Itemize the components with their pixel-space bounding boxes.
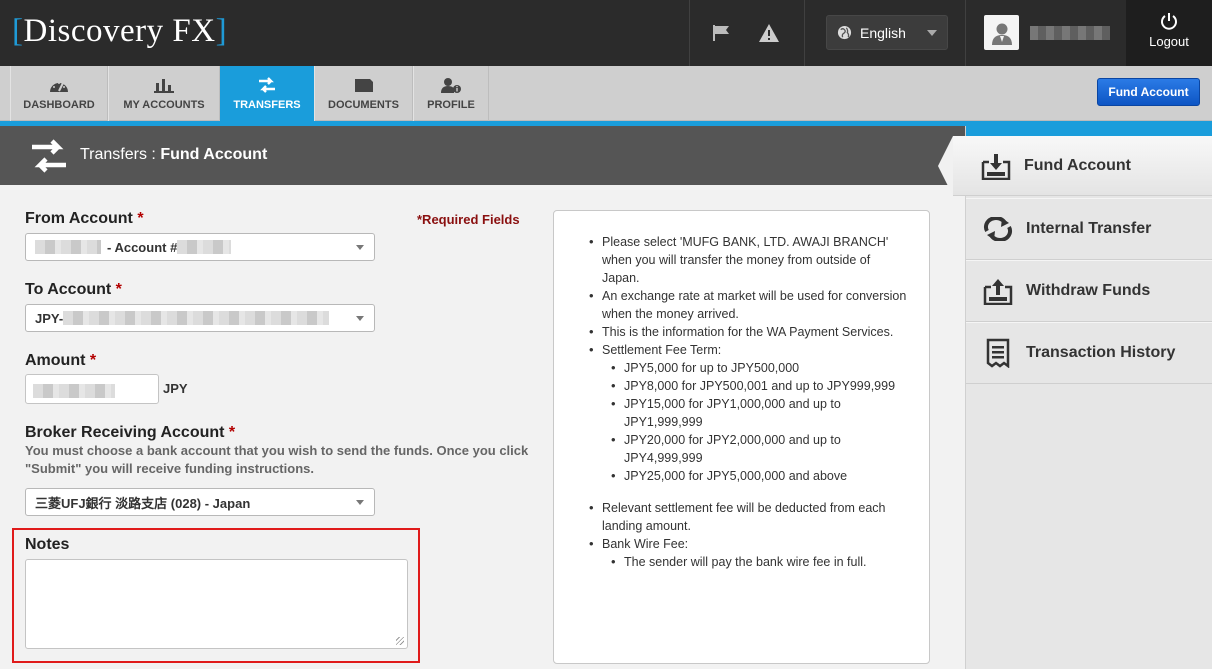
redacted-text (35, 240, 101, 254)
redacted-text (33, 383, 115, 398)
resize-handle-icon[interactable] (396, 637, 404, 645)
redacted-text (63, 311, 330, 325)
amount-currency: JPY (163, 381, 188, 396)
page-title: Transfers : Fund Account (80, 146, 267, 164)
withdraw-funds-icon (983, 276, 1013, 306)
info-list: Please select 'MUFG BANK, LTD. AWAJI BRA… (580, 233, 909, 571)
list-item: The sender will pay the bank wire fee in… (602, 553, 909, 571)
to-account-value: JPY- (35, 310, 64, 326)
list-item: JPY8,000 for JPY500,001 and up to JPY999… (602, 377, 909, 395)
user-info-icon (441, 78, 461, 93)
transfer-arrows-icon (30, 138, 68, 179)
tab-profile[interactable]: PROFILE (413, 66, 489, 121)
flag-icon[interactable] (711, 22, 733, 44)
amount-label: Amount * (25, 352, 97, 369)
settlement-fee-term: Settlement Fee Term: (602, 343, 722, 357)
fee-list: JPY5,000 for up to JPY500,000 JPY8,000 f… (602, 359, 909, 485)
sidebar: Internal Transfer Withdraw Funds Transac… (965, 126, 1212, 669)
username-redacted (1030, 26, 1110, 40)
list-item: An exchange rate at market will be used … (580, 287, 909, 323)
list-item: JPY25,000 for JPY5,000,000 and above (602, 467, 909, 485)
list-item: Relevant settlement fee will be deducted… (580, 499, 909, 535)
breadcrumb-section[interactable]: Transfers (80, 146, 147, 163)
required-fields-note: *Required Fields (417, 212, 520, 227)
sidebar-item-label: Withdraw Funds (1026, 282, 1151, 299)
logout-label: Logout (1149, 34, 1189, 49)
broker-help-text: You must choose a bank account that you … (25, 443, 529, 476)
breadcrumb-current: Fund Account (160, 146, 268, 163)
sidebar-item-withdraw-funds[interactable]: Withdraw Funds (966, 260, 1212, 322)
sidebar-item-label: Fund Account (1024, 156, 1131, 174)
bar-chart-icon (154, 79, 174, 93)
tab-label: DASHBOARD (23, 99, 95, 111)
sidebar-item-label: Internal Transfer (1026, 220, 1152, 237)
logout-button[interactable]: Logout (1126, 0, 1212, 66)
tab-label: DOCUMENTS (328, 99, 399, 111)
internal-transfer-icon (983, 214, 1013, 244)
sidebar-item-transaction-history[interactable]: Transaction History (966, 322, 1212, 384)
chevron-down-icon (927, 30, 937, 36)
to-account-label: To Account * (25, 281, 122, 298)
tab-label: PROFILE (427, 99, 475, 111)
language-select[interactable]: English (826, 15, 948, 50)
tab-documents[interactable]: DOCUMENTS (314, 66, 413, 121)
language-label: English (860, 24, 906, 41)
info-panel: Please select 'MUFG BANK, LTD. AWAJI BRA… (553, 210, 930, 664)
top-header: [Discovery FX] English Logout (0, 0, 1212, 66)
transfer-arrows-icon (259, 77, 275, 93)
list-item: JPY15,000 for JPY1,000,000 and up to JPY… (602, 395, 909, 431)
broker-account-label: Broker Receiving Account * (25, 424, 236, 441)
page-title-bar: Transfers : Fund Account (0, 126, 965, 185)
fund-account-form: From Account * *Required Fields - Accoun… (0, 185, 965, 669)
tab-transfers[interactable]: TRANSFERS (220, 66, 314, 128)
from-account-value: - Account # (107, 239, 178, 255)
notes-textarea[interactable] (25, 559, 408, 649)
breadcrumb-separator: : (146, 146, 161, 163)
to-account-select[interactable]: JPY- (25, 304, 375, 332)
header-divider (804, 0, 805, 66)
bank-wire-fee: Bank Wire Fee: (602, 537, 689, 551)
sidebar-item-label: Transaction History (1026, 344, 1176, 361)
transaction-history-icon (983, 338, 1013, 368)
tab-label: MY ACCOUNTS (123, 99, 205, 111)
chevron-down-icon (356, 245, 364, 250)
amount-input[interactable] (25, 374, 159, 404)
list-item: Settlement Fee Term: JPY5,000 for up to … (580, 341, 909, 485)
sidebar-accent (966, 126, 1212, 136)
from-account-select[interactable]: - Account # (25, 233, 375, 261)
from-account-label: From Account * (25, 210, 144, 227)
fund-account-button[interactable]: Fund Account (1097, 78, 1200, 106)
fund-account-icon (981, 151, 1011, 181)
list-item: Bank Wire Fee: The sender will pay the b… (580, 535, 909, 571)
main-nav: DASHBOARD MY ACCOUNTS TRANSFERS DOCUMENT… (0, 66, 1212, 128)
tab-my-accounts[interactable]: MY ACCOUNTS (108, 66, 220, 121)
wire-fee-list: The sender will pay the bank wire fee in… (602, 553, 909, 571)
logo[interactable]: [Discovery FX] (12, 13, 227, 50)
list-item: Please select 'MUFG BANK, LTD. AWAJI BRA… (580, 233, 909, 287)
broker-account-value: 三菱UFJ銀行 淡路支店 (028) - Japan (35, 495, 251, 511)
gauge-icon (50, 82, 68, 92)
globe-icon (837, 25, 852, 40)
warning-icon[interactable] (758, 22, 780, 44)
broker-account-select[interactable]: 三菱UFJ銀行 淡路支店 (028) - Japan (25, 488, 375, 516)
sidebar-item-fund-account[interactable]: Fund Account (938, 136, 1212, 196)
tab-dashboard[interactable]: DASHBOARD (10, 66, 108, 121)
header-divider (965, 0, 966, 66)
sidebar-item-internal-transfer[interactable]: Internal Transfer (966, 198, 1212, 260)
user-silhouette-icon (991, 23, 1012, 45)
redacted-text (177, 240, 232, 254)
tab-label: TRANSFERS (233, 99, 301, 111)
power-icon (1161, 13, 1177, 30)
avatar[interactable] (984, 15, 1019, 50)
list-item: This is the information for the WA Payme… (580, 323, 909, 341)
chevron-down-icon (356, 500, 364, 505)
list-item: JPY20,000 for JPY2,000,000 and up to JPY… (602, 431, 909, 467)
list-item: JPY5,000 for up to JPY500,000 (602, 359, 909, 377)
header-divider (689, 0, 690, 66)
chevron-down-icon (356, 316, 364, 321)
notes-label: Notes (25, 536, 70, 553)
folder-icon (354, 79, 373, 92)
